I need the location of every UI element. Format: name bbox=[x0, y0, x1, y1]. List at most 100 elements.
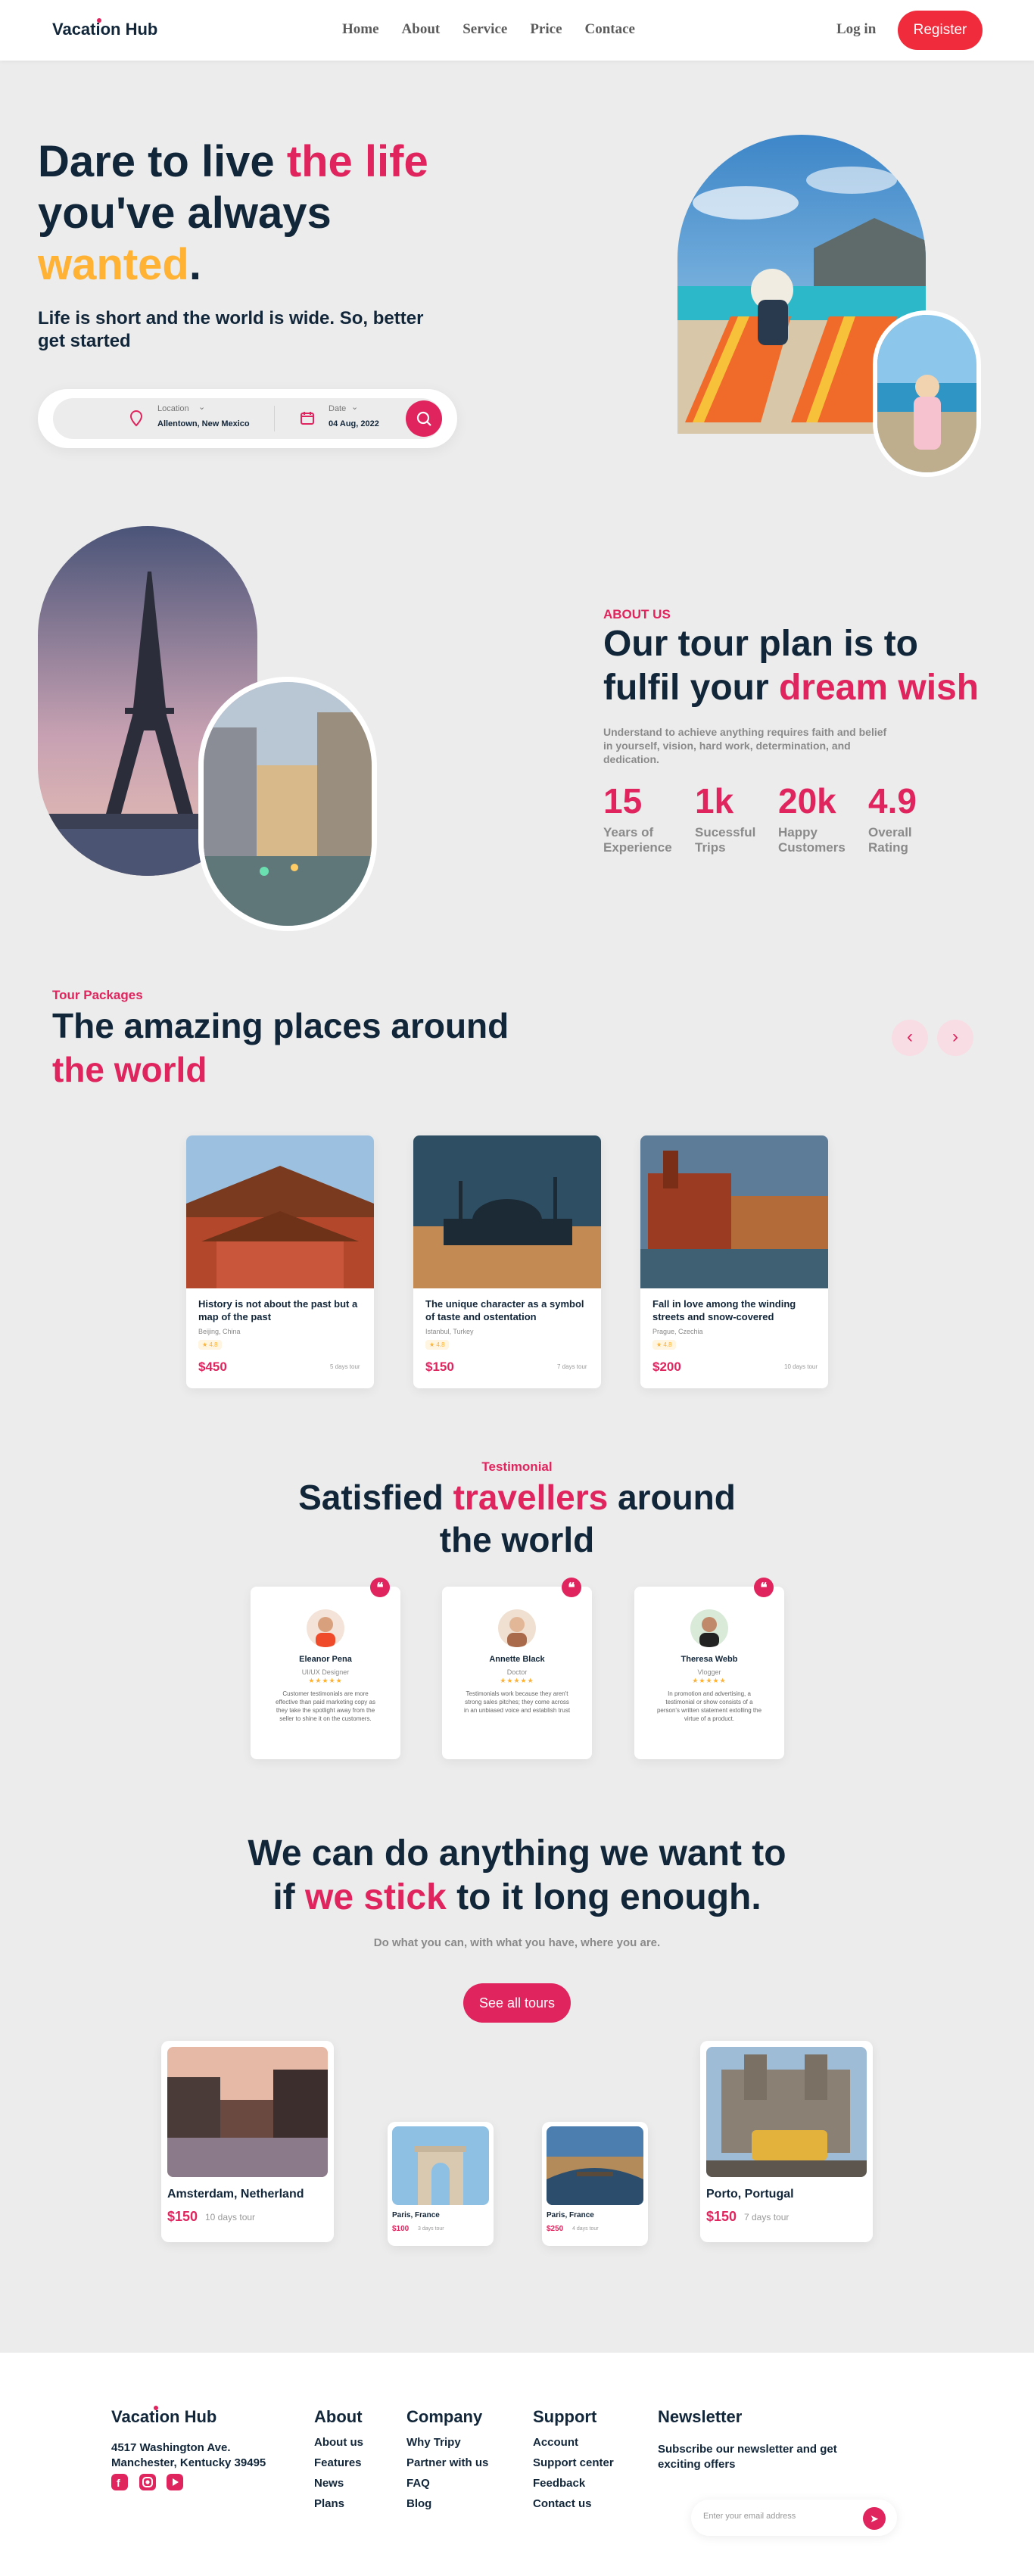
stat-trips: 1k Sucessful Trips bbox=[695, 781, 756, 855]
arc-de-triomphe-image bbox=[392, 2126, 489, 2205]
footer-link[interactable]: About us bbox=[314, 2436, 363, 2449]
location-pin-icon bbox=[129, 410, 143, 427]
newsletter-text: Subscribe our newsletter and get excitin… bbox=[658, 2443, 837, 2471]
nav-about[interactable]: About bbox=[402, 21, 441, 38]
card-price: $450 bbox=[198, 1360, 227, 1374]
footer-company-heading: Company bbox=[406, 2407, 483, 2426]
paris-bridge-image bbox=[547, 2126, 643, 2205]
card-price: $150 bbox=[425, 1360, 454, 1374]
footer-link[interactable]: Blog bbox=[406, 2497, 431, 2510]
card-location: Beijing, China bbox=[198, 1328, 241, 1335]
footer-link[interactable]: Account bbox=[533, 2436, 578, 2449]
destination-price: $100 bbox=[392, 2225, 410, 2233]
next-arrow-button[interactable]: › bbox=[937, 1020, 973, 1056]
star-rating: ★★★★★ bbox=[500, 1677, 534, 1684]
destination-card[interactable]: Amsterdam, Netherland $150 10 days tour bbox=[161, 2041, 334, 2242]
site-header: Vacation Hub Home About Service Price Co… bbox=[0, 0, 1034, 61]
prev-arrow-button[interactable]: ‹ bbox=[892, 1020, 928, 1056]
reviewer-name: Annette Black bbox=[489, 1655, 545, 1664]
review-text: Testimonials work because they aren't st… bbox=[463, 1690, 571, 1714]
date-label: Date bbox=[329, 404, 347, 413]
star-rating: ★★★★★ bbox=[308, 1677, 343, 1684]
footer-newsletter-heading: Newsletter bbox=[658, 2407, 743, 2426]
destination-name: Porto, Portugal bbox=[706, 2188, 794, 2201]
review-text: In promotion and advertising, a testimon… bbox=[656, 1690, 762, 1722]
search-divider bbox=[274, 406, 275, 431]
location-value[interactable]: Allentown, New Mexico bbox=[157, 419, 250, 428]
calendar-icon bbox=[301, 412, 314, 425]
destination-card[interactable]: Porto, Portugal $150 7 days tour bbox=[700, 2041, 873, 2242]
istanbul-image bbox=[413, 1135, 601, 1288]
date-value[interactable]: 04 Aug, 2022 bbox=[329, 419, 379, 428]
search-inner: Location ⌄ Allentown, New Mexico Date ⌄ … bbox=[53, 398, 442, 439]
footer-link[interactable]: Support center bbox=[533, 2456, 614, 2469]
cta-title: We can do anything we want to if we stic… bbox=[248, 1833, 786, 1917]
destination-price: $250 bbox=[547, 2225, 564, 2233]
chevron-down-icon[interactable]: ⌄ bbox=[198, 402, 205, 412]
card-duration: 10 days tour bbox=[784, 1363, 818, 1370]
prague-image bbox=[640, 1135, 828, 1288]
package-card[interactable]: History is not about the past but a map … bbox=[186, 1135, 374, 1388]
footer-link[interactable]: Features bbox=[314, 2456, 362, 2469]
register-button[interactable]: Register bbox=[898, 11, 983, 50]
destination-duration: 7 days tour bbox=[744, 2212, 790, 2222]
svg-text:f: f bbox=[117, 2477, 120, 2489]
card-title: History is not about the past but a map … bbox=[198, 1298, 358, 1322]
footer-about-heading: About bbox=[314, 2407, 363, 2426]
destination-duration: 10 days tour bbox=[205, 2212, 256, 2222]
main-nav: Home About Service Price Contace bbox=[342, 21, 635, 38]
newsletter-email-field[interactable]: Enter your email address ➤ bbox=[691, 2500, 897, 2536]
amsterdam-image bbox=[167, 2047, 328, 2177]
nav-price[interactable]: Price bbox=[530, 21, 562, 38]
see-all-tours-button[interactable]: See all tours bbox=[463, 1983, 571, 2023]
testimonial-card: ❝ Theresa Webb Vlogger ★★★★★ In promotio… bbox=[634, 1578, 784, 1759]
login-link[interactable]: Log in bbox=[836, 21, 876, 38]
card-rating: ★ 4.8 bbox=[198, 1340, 222, 1350]
logo-dot bbox=[97, 18, 101, 23]
logo-dot bbox=[154, 2406, 158, 2410]
search-bar: Location ⌄ Allentown, New Mexico Date ⌄ … bbox=[38, 389, 457, 448]
paris-street-image bbox=[198, 677, 377, 931]
destination-card[interactable]: Paris, France $100 3 days tour bbox=[388, 2122, 494, 2246]
porto-image bbox=[706, 2047, 867, 2177]
site-logo[interactable]: Vacation Hub bbox=[52, 20, 157, 39]
card-duration: 5 days tour bbox=[330, 1363, 360, 1370]
card-location: Prague, Czechia bbox=[652, 1328, 703, 1335]
destination-duration: 4 days tour bbox=[572, 2226, 599, 2232]
destination-price: $150 bbox=[706, 2209, 737, 2224]
destination-duration: 3 days tour bbox=[418, 2226, 444, 2232]
instagram-icon[interactable] bbox=[139, 2474, 156, 2490]
card-title: Fall in love among the winding streets a… bbox=[652, 1298, 796, 1322]
footer-link[interactable]: Why Tripy bbox=[406, 2436, 461, 2449]
nav-contact[interactable]: Contace bbox=[585, 21, 635, 38]
nav-home[interactable]: Home bbox=[342, 21, 379, 38]
quote-icon: ❝ bbox=[370, 1578, 390, 1597]
footer-link[interactable]: News bbox=[314, 2477, 344, 2490]
card-price: $200 bbox=[652, 1360, 681, 1374]
footer-link[interactable]: Feedback bbox=[533, 2477, 585, 2490]
package-card[interactable]: The unique character as a symbol of tast… bbox=[413, 1135, 601, 1388]
stat-rating: 4.9 Overall Rating bbox=[868, 781, 917, 855]
destination-name: Amsterdam, Netherland bbox=[167, 2188, 304, 2201]
package-card[interactable]: Fall in love among the winding streets a… bbox=[640, 1135, 828, 1388]
footer-link[interactable]: Partner with us bbox=[406, 2456, 488, 2469]
nav-service[interactable]: Service bbox=[462, 21, 507, 38]
footer-support-heading: Support bbox=[533, 2407, 597, 2426]
send-icon[interactable]: ➤ bbox=[863, 2507, 886, 2530]
about-description: Understand to achieve anything requires … bbox=[603, 726, 887, 765]
youtube-icon[interactable] bbox=[167, 2474, 183, 2490]
destination-card[interactable]: Paris, France $250 4 days tour bbox=[542, 2122, 648, 2246]
footer-link[interactable]: Plans bbox=[314, 2497, 344, 2510]
search-icon bbox=[416, 411, 431, 426]
footer-link[interactable]: FAQ bbox=[406, 2477, 430, 2490]
reviewer-role: Doctor bbox=[506, 1668, 528, 1676]
destination-name: Paris, France bbox=[392, 2211, 440, 2219]
location-label: Location bbox=[157, 404, 189, 413]
search-button[interactable] bbox=[406, 400, 442, 437]
facebook-icon[interactable]: f bbox=[111, 2474, 128, 2490]
chevron-down-icon[interactable]: ⌄ bbox=[351, 402, 358, 412]
testimonial-card: ❝ Annette Black Doctor ★★★★★ Testimonial… bbox=[442, 1578, 592, 1759]
footer-link[interactable]: Contact us bbox=[533, 2497, 592, 2510]
stat-customers: 20k Happy Customers bbox=[778, 781, 846, 855]
footer-logo[interactable]: Vacation Hub bbox=[111, 2407, 216, 2427]
